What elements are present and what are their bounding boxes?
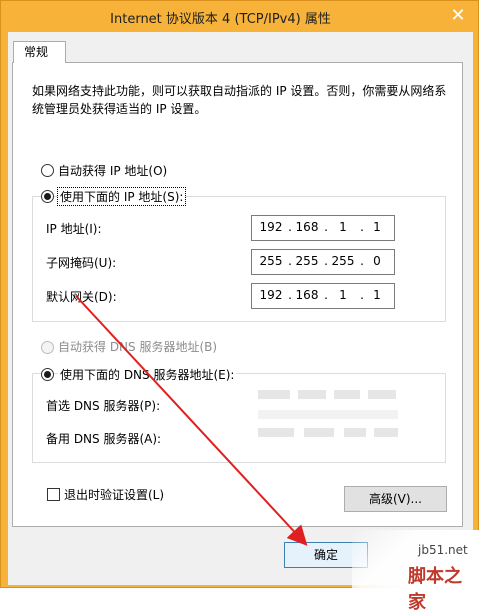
annotation-arrow [75, 295, 308, 546]
watermark-site: jb51.net [418, 543, 468, 557]
watermark-brand: 脚本之家 [408, 566, 462, 613]
tab-general[interactable]: 常规 [13, 41, 66, 63]
